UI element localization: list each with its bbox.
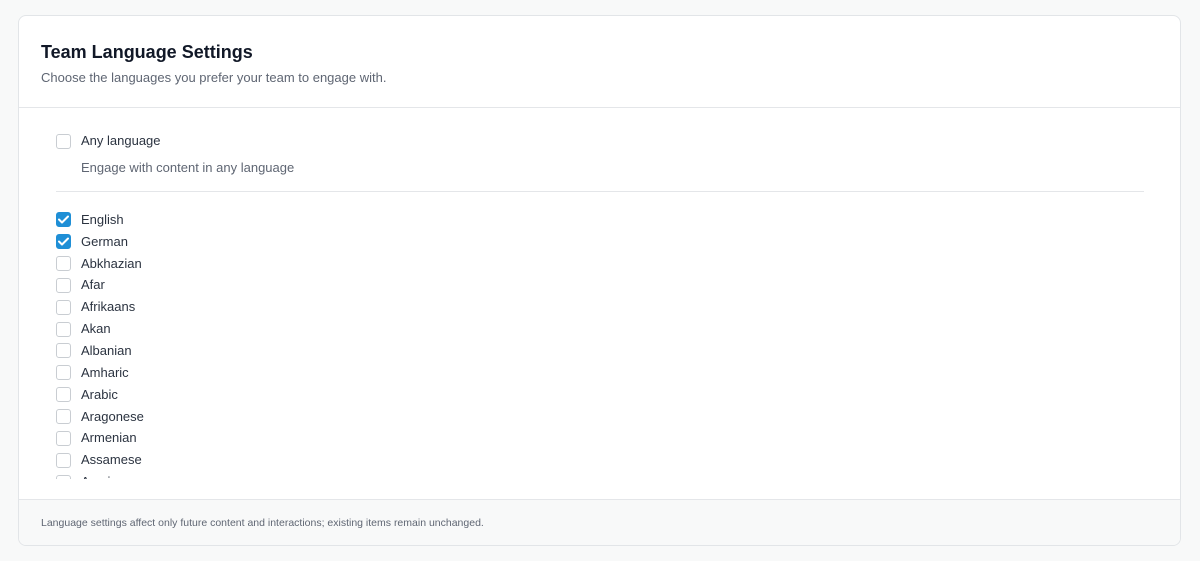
language-checkbox[interactable]	[56, 452, 71, 468]
language-checkbox[interactable]	[56, 299, 71, 315]
divider	[56, 191, 1144, 192]
language-option[interactable]: Afrikaans	[56, 296, 1144, 318]
language-checkbox[interactable]	[56, 343, 71, 359]
language-checkbox[interactable]	[56, 321, 71, 337]
any-language-option[interactable]: Any language	[56, 132, 1144, 150]
language-label[interactable]: English	[81, 211, 124, 229]
card-body: Any language Engage with content in any …	[19, 108, 1180, 501]
card-footer: Language settings affect only future con…	[19, 499, 1180, 545]
language-option[interactable]: Assamese	[56, 449, 1144, 471]
language-label[interactable]: Arabic	[81, 386, 118, 404]
language-label[interactable]: Assamese	[81, 451, 142, 469]
language-label[interactable]: Akan	[81, 320, 111, 338]
language-checkbox[interactable]	[56, 474, 71, 479]
check-icon	[58, 215, 69, 224]
language-checkbox[interactable]	[56, 430, 71, 446]
language-option[interactable]: Arabic	[56, 384, 1144, 406]
language-option[interactable]: Amharic	[56, 362, 1144, 384]
language-option[interactable]: Armenian	[56, 427, 1144, 449]
language-checkbox[interactable]	[56, 234, 71, 250]
language-option[interactable]: German	[56, 231, 1144, 253]
language-label[interactable]: Aragonese	[81, 408, 144, 426]
language-option[interactable]: Aragonese	[56, 406, 1144, 428]
any-language-checkbox[interactable]	[56, 133, 71, 149]
language-checkbox[interactable]	[56, 365, 71, 381]
language-checkbox[interactable]	[56, 212, 71, 228]
language-option[interactable]: Avaric	[56, 471, 1144, 479]
language-label[interactable]: Afrikaans	[81, 298, 135, 316]
language-label[interactable]: Afar	[81, 276, 105, 294]
any-language-description: Engage with content in any language	[81, 160, 295, 175]
card-header: Team Language Settings Choose the langua…	[19, 16, 1180, 108]
check-icon	[58, 237, 69, 246]
language-checkbox[interactable]	[56, 256, 71, 272]
language-label[interactable]: Abkhazian	[81, 255, 142, 273]
language-option[interactable]: Akan	[56, 318, 1144, 340]
footer-note: Language settings affect only future con…	[41, 516, 484, 529]
page-subtitle: Choose the languages you prefer your tea…	[41, 70, 387, 85]
language-label[interactable]: Avaric	[81, 473, 117, 479]
language-settings-card: Team Language Settings Choose the langua…	[18, 15, 1181, 546]
language-checkbox[interactable]	[56, 277, 71, 293]
language-option[interactable]: Albanian	[56, 340, 1144, 362]
language-checkbox[interactable]	[56, 387, 71, 403]
language-option[interactable]: Afar	[56, 275, 1144, 297]
language-option[interactable]: Abkhazian	[56, 253, 1144, 275]
language-checkbox[interactable]	[56, 409, 71, 425]
language-label[interactable]: Albanian	[81, 342, 132, 360]
language-scroll-area[interactable]: Any language Engage with content in any …	[56, 108, 1144, 479]
page-title: Team Language Settings	[41, 42, 253, 62]
language-label[interactable]: Armenian	[81, 429, 137, 447]
language-list: English German Abkhazian Afar Afrikaans Akan A…	[56, 209, 1144, 479]
language-label[interactable]: German	[81, 233, 128, 251]
any-language-label[interactable]: Any language	[81, 132, 161, 150]
language-option[interactable]: English	[56, 209, 1144, 231]
language-label[interactable]: Amharic	[81, 364, 129, 382]
